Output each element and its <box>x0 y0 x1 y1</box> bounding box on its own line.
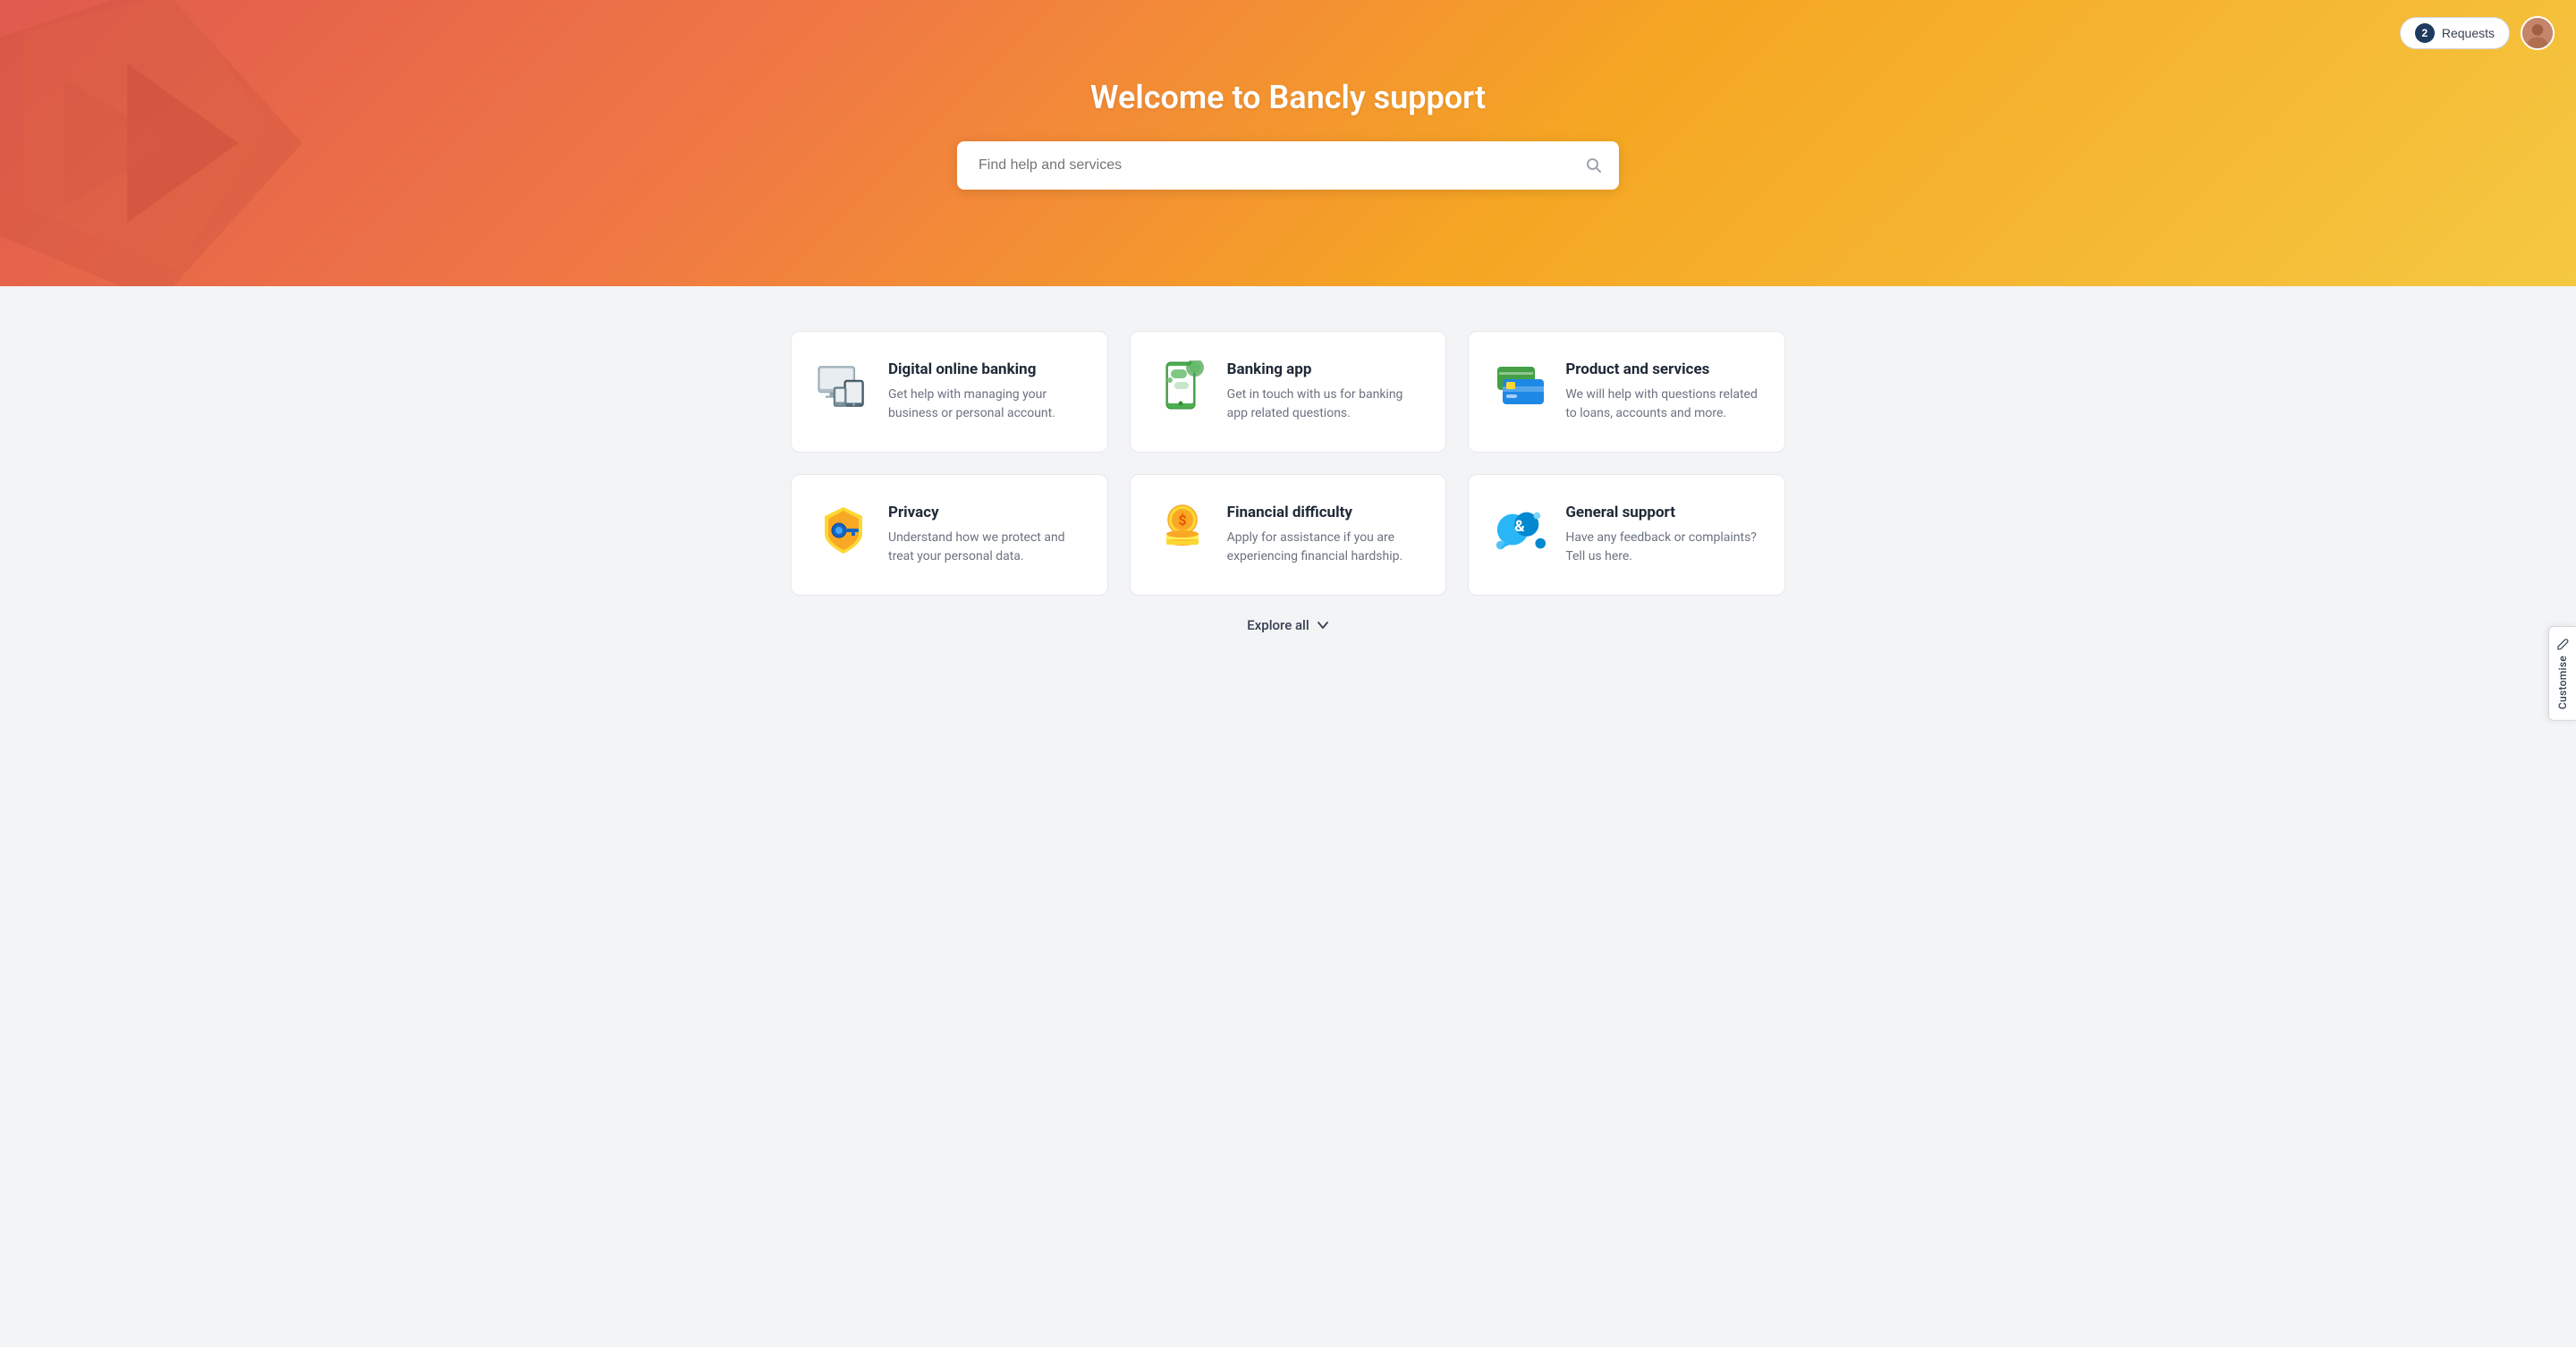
card-text-product: Product and services We will help with q… <box>1565 360 1759 423</box>
hero-title: Welcome to Bancly support <box>1090 79 1486 116</box>
card-product-services[interactable]: Product and services We will help with q… <box>1468 331 1785 453</box>
svg-text:$: $ <box>1178 512 1186 529</box>
card-icon-financial: $ <box>1156 504 1209 557</box>
card-text-privacy: Privacy Understand how we protect and tr… <box>888 504 1082 566</box>
card-desc-privacy: Understand how we protect and treat your… <box>888 529 1082 566</box>
cards-grid-row2: Privacy Understand how we protect and tr… <box>791 474 1785 596</box>
pencil-icon <box>2556 638 2569 650</box>
main-content: Digital online banking Get help with man… <box>769 286 1807 687</box>
product-services-icon <box>1494 365 1547 410</box>
card-desc-product: We will help with questions related to l… <box>1565 385 1759 423</box>
search-container <box>957 141 1619 190</box>
explore-all-container[interactable]: Explore all <box>791 617 1785 633</box>
card-title-product: Product and services <box>1565 360 1759 378</box>
search-button[interactable] <box>1585 157 1603 174</box>
customise-label: Customise <box>2556 656 2569 709</box>
customise-tab[interactable]: Customise <box>2548 626 2576 721</box>
card-title-digital: Digital online banking <box>888 360 1082 378</box>
requests-badge: 2 <box>2415 23 2435 43</box>
card-desc-app: Get in touch with us for banking app rel… <box>1227 385 1421 423</box>
general-support-icon: & <box>1494 504 1547 556</box>
chevron-down-icon <box>1317 619 1329 631</box>
requests-label: Requests <box>2442 26 2495 40</box>
card-icon-digital <box>817 360 870 414</box>
card-icon-support: & <box>1494 504 1547 557</box>
card-privacy[interactable]: Privacy Understand how we protect and tr… <box>791 474 1108 596</box>
card-title-privacy: Privacy <box>888 504 1082 521</box>
avatar-image <box>2522 16 2553 50</box>
avatar[interactable] <box>2521 16 2555 50</box>
card-title-app: Banking app <box>1227 360 1421 378</box>
search-icon <box>1585 157 1603 174</box>
requests-button[interactable]: 2 Requests <box>2400 17 2510 49</box>
svg-text:&: & <box>1515 518 1526 536</box>
search-input[interactable] <box>957 141 1619 190</box>
financial-difficulty-icon: $ <box>1157 504 1208 557</box>
digital-banking-icon <box>817 364 870 411</box>
card-icon-app <box>1156 360 1209 414</box>
card-title-support: General support <box>1565 504 1759 521</box>
card-financial-difficulty[interactable]: $ Financial difficulty Apply for assista… <box>1130 474 1447 596</box>
card-general-support[interactable]: & General support Have any feedback or c… <box>1468 474 1785 596</box>
card-banking-app[interactable]: Banking app Get in touch with us for ban… <box>1130 331 1447 453</box>
card-title-financial: Financial difficulty <box>1227 504 1421 521</box>
card-digital-banking[interactable]: Digital online banking Get help with man… <box>791 331 1108 453</box>
explore-all-label: Explore all <box>1247 617 1309 633</box>
card-text-support: General support Have any feedback or com… <box>1565 504 1759 566</box>
card-desc-digital: Get help with managing your business or … <box>888 385 1082 423</box>
card-desc-support: Have any feedback or complaints? Tell us… <box>1565 529 1759 566</box>
customise-tab-wrapper: Customise <box>2548 626 2576 721</box>
cards-grid-row1: Digital online banking Get help with man… <box>791 331 1785 453</box>
card-text-digital: Digital online banking Get help with man… <box>888 360 1082 423</box>
banking-app-icon <box>1159 360 1206 414</box>
privacy-icon <box>818 504 869 557</box>
hero-section: 2 Requests Welcome to Bancly support <box>0 0 2576 286</box>
card-text-app: Banking app Get in touch with us for ban… <box>1227 360 1421 423</box>
top-nav: 2 Requests <box>2400 16 2555 50</box>
hero-decoration <box>0 0 397 286</box>
card-desc-financial: Apply for assistance if you are experien… <box>1227 529 1421 566</box>
card-icon-privacy <box>817 504 870 557</box>
card-icon-product <box>1494 360 1547 414</box>
card-text-financial: Financial difficulty Apply for assistanc… <box>1227 504 1421 566</box>
